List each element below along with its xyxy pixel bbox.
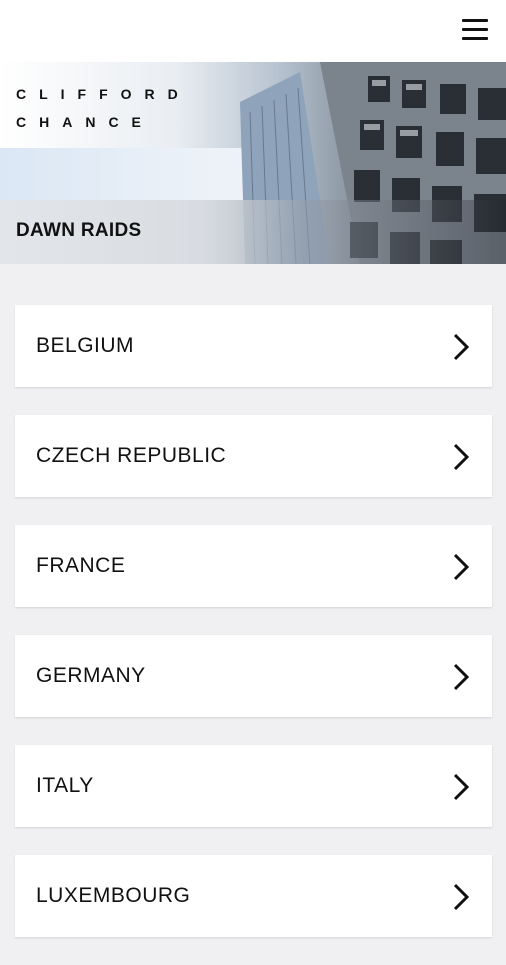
list-item-label: CZECH REPUBLIC [36,444,227,467]
clifford-chance-logo: CLIFFORD CHANCE [16,80,191,136]
list-item-label: FRANCE [36,554,126,577]
hamburger-menu-icon[interactable] [462,18,488,42]
list-item-france[interactable]: FRANCE [15,525,492,607]
chevron-right-icon [453,663,470,691]
list-item-label: BELGIUM [36,334,135,357]
chevron-right-icon [453,883,470,911]
country-list: BELGIUM CZECH REPUBLIC FRANCE GERMANY IT… [15,305,492,965]
page-title: DAWN RAIDS [16,220,142,241]
top-bar [0,0,506,62]
chevron-right-icon [453,443,470,471]
brand-line-2: CHANCE [16,114,154,130]
list-item-label: ITALY [36,774,94,797]
list-item-label: LUXEMBOURG [36,884,191,907]
list-item-luxembourg[interactable]: LUXEMBOURG [15,855,492,937]
list-item-italy[interactable]: ITALY [15,745,492,827]
menu-line [462,37,488,40]
chevron-right-icon [453,553,470,581]
hero-banner: CLIFFORD CHANCE DAWN RAIDS [0,62,506,264]
menu-line [462,28,488,31]
chevron-right-icon [453,333,470,361]
brand-line-1: CLIFFORD [16,86,191,102]
list-item-label: GERMANY [36,664,146,687]
list-item-belgium[interactable]: BELGIUM [15,305,492,387]
menu-line [462,19,488,22]
chevron-right-icon [453,773,470,801]
list-item-germany[interactable]: GERMANY [15,635,492,717]
list-item-czech-republic[interactable]: CZECH REPUBLIC [15,415,492,497]
